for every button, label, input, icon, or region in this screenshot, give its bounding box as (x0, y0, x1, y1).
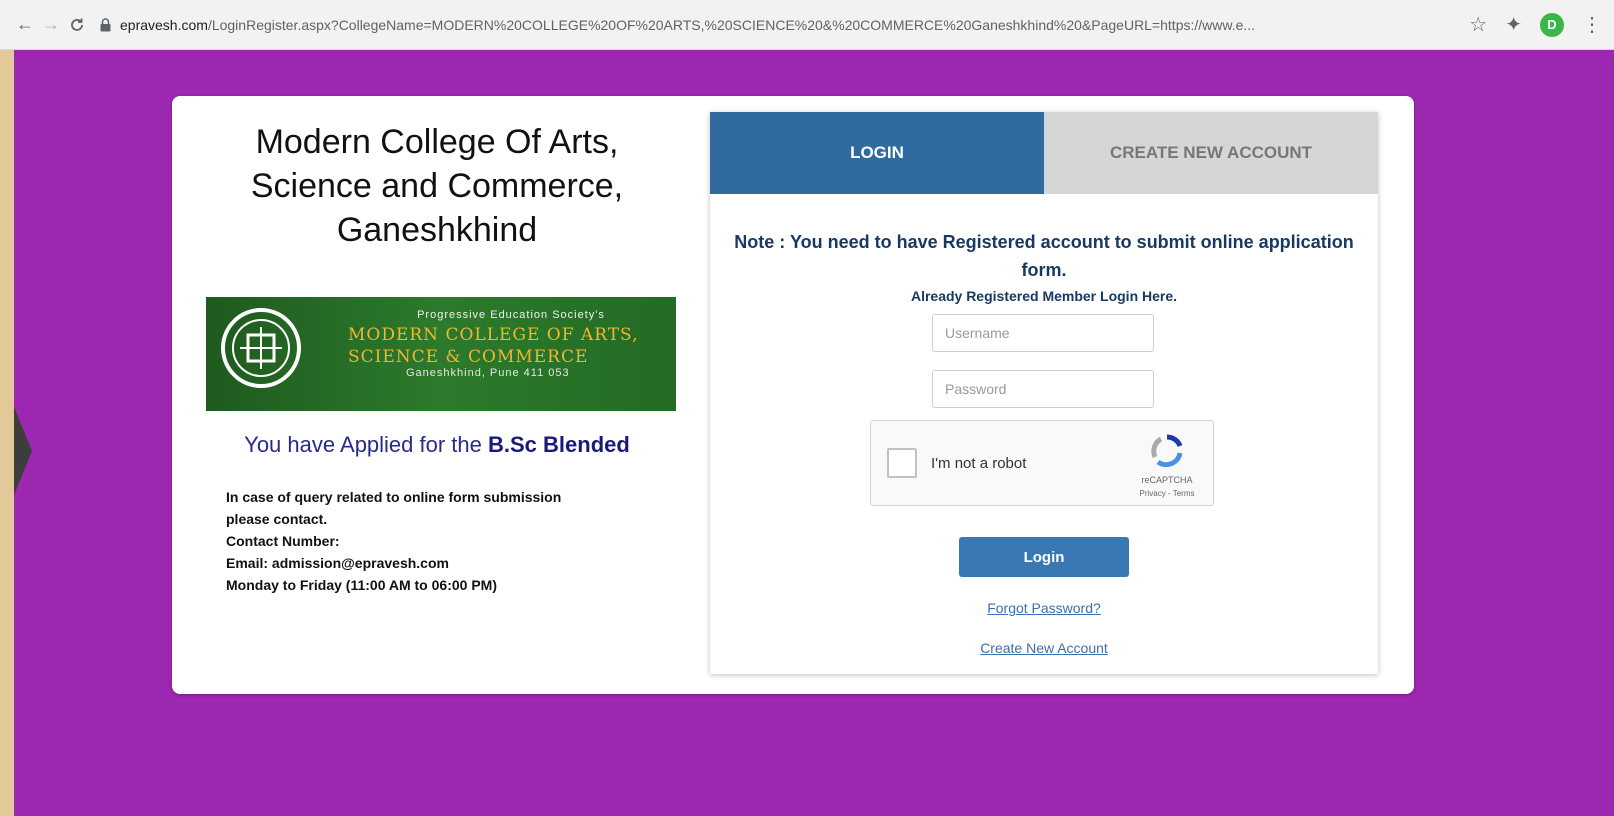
college-banner: Progressive Education Society's MODERN C… (206, 297, 676, 411)
more-menu-icon[interactable]: ⋮ (1582, 12, 1602, 37)
applied-course: B.Sc Blended (488, 432, 630, 457)
login-panel: LOGIN CREATE NEW ACCOUNT Note : You need… (710, 112, 1378, 674)
forgot-password-link[interactable]: Forgot Password? (710, 600, 1378, 616)
recaptcha-logo-icon (1151, 434, 1183, 468)
tab-bar: LOGIN CREATE NEW ACCOUNT (710, 112, 1378, 194)
username-input[interactable] (932, 314, 1154, 352)
browser-toolbar: ← → epravesh.com/LoginRegister.aspx?Coll… (0, 0, 1614, 50)
banner-line-1: MODERN COLLEGE OF ARTS, (348, 325, 639, 345)
url-host: epravesh.com (120, 16, 208, 33)
reload-icon[interactable] (64, 12, 90, 38)
college-name-heading: Modern College Of Arts, Science and Comm… (250, 123, 624, 249)
applied-course-text: You have Applied for the B.Sc Blended (202, 432, 672, 458)
extensions-puzzle-icon[interactable]: ✦ (1505, 12, 1522, 37)
registration-note: Note : You need to have Registered accou… (734, 232, 1354, 280)
login-subheading: Already Registered Member Login Here. (910, 288, 1178, 304)
page-background: Modern College Of Arts, Science and Comm… (14, 50, 1614, 816)
contact-info: In case of query related to online form … (226, 486, 646, 596)
forward-arrow-icon[interactable]: → (38, 12, 64, 38)
banner-address: Ganeshkhind, Pune 411 053 (406, 367, 570, 379)
login-card: Modern College Of Arts, Science and Comm… (172, 96, 1414, 694)
address-bar[interactable]: epravesh.com/LoginRegister.aspx?CollegeN… (98, 9, 1457, 41)
left-arrow-icon (14, 407, 32, 495)
applied-prefix: You have Applied for the (244, 432, 488, 457)
create-account-link[interactable]: Create New Account (710, 640, 1378, 656)
recaptcha-label: I'm not a robot (931, 455, 1027, 472)
contact-line: please contact. (226, 511, 328, 527)
recaptcha-widget: I'm not a robot reCAPTCHA Privacy - Term… (870, 420, 1214, 506)
contact-line: Email: admission@epravesh.com (226, 555, 449, 571)
password-input[interactable] (932, 370, 1154, 408)
contact-line: In case of query related to online form … (226, 489, 562, 505)
banner-line-2: SCIENCE & COMMERCE (348, 347, 589, 367)
bookmark-star-icon[interactable]: ☆ (1469, 12, 1487, 37)
recaptcha-brand: reCAPTCHA (1141, 475, 1193, 485)
tab-create-account[interactable]: CREATE NEW ACCOUNT (1044, 112, 1378, 194)
contact-line: Contact Number: (226, 533, 340, 549)
lock-icon (98, 17, 112, 33)
college-emblem-icon (221, 308, 301, 388)
tab-login[interactable]: LOGIN (710, 112, 1044, 194)
back-arrow-icon[interactable]: ← (12, 12, 38, 38)
recaptcha-privacy-terms[interactable]: Privacy - Terms (1123, 489, 1211, 498)
profile-avatar[interactable]: D (1540, 12, 1564, 37)
login-button[interactable]: Login (959, 537, 1129, 577)
contact-line: Monday to Friday (11:00 AM to 06:00 PM) (226, 577, 497, 593)
recaptcha-checkbox[interactable] (887, 448, 917, 478)
url-path: /LoginRegister.aspx?CollegeName=MODERN%2… (207, 16, 1256, 33)
banner-society-text: Progressive Education Society's (417, 309, 605, 321)
